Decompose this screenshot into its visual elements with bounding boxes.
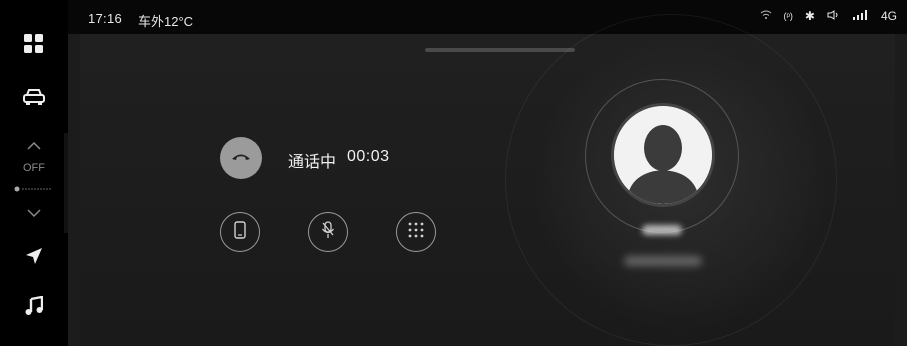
signal-icon [852,9,869,23]
car-icon[interactable] [23,88,45,111]
contact-name-redacted [642,225,682,235]
music-icon[interactable] [25,295,44,321]
call-status: 通话中 [288,154,337,171]
apps-grid-icon[interactable] [24,34,44,59]
phone-handset-icon [234,220,246,244]
switch-to-phone-button[interactable] [220,212,260,252]
volume-icon [827,9,841,23]
mute-button[interactable] [308,212,348,252]
fan-icon [14,179,54,197]
climate-status-label: OFF [23,162,45,174]
outside-temperature: 车外12°C [138,14,194,29]
wifi-icon [760,9,772,23]
call-timer: 00:03 [347,148,390,165]
hang-up-button[interactable] [220,137,262,179]
left-dock: OFF [0,0,68,346]
chevron-down-icon[interactable] [27,204,41,222]
person-icon [614,106,712,204]
status-icons: (ᵖ) ✱ 4G [760,9,897,23]
contact-avatar [611,103,715,207]
status-bar: 17:16 车外12°C (ᵖ) ✱ 4G [68,0,907,34]
network-type: 4G [880,9,897,23]
chevron-up-icon[interactable] [27,137,41,155]
drag-handle[interactable] [425,48,575,52]
clock: 17:16 [88,11,123,26]
contact-number-redacted [624,256,702,266]
hotspot-icon: (ᵖ) [783,11,793,21]
keypad-button[interactable] [396,212,436,252]
bluetooth-icon: ✱ [804,9,815,23]
call-panel-surface: 通话中 00:03 [80,14,895,346]
call-panel: 通话中 00:03 [68,14,907,346]
mic-mute-icon [321,220,335,244]
hang-up-icon [231,149,251,167]
keypad-icon [408,222,424,243]
navigation-icon[interactable] [25,247,43,270]
